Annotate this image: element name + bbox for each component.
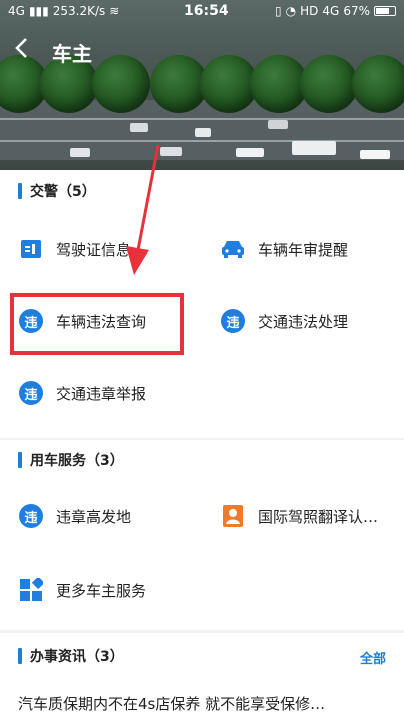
license-info-item[interactable]: 驾驶证信息 [18, 236, 131, 262]
violation-icon: 违 [18, 503, 44, 529]
item-label: 交通违章举报 [56, 384, 147, 403]
license-translation-item[interactable]: 国际驾照翻译认… [220, 503, 378, 529]
highlight-box [10, 293, 184, 355]
car-services-section: 用车服务（3） 违 违章高发地 国际驾照翻译认… 更多车主服务 [0, 440, 404, 630]
item-label: 驾驶证信息 [56, 240, 132, 259]
section-header: 办事资讯（3） [18, 646, 124, 666]
alarm-icon: ◔ [285, 4, 297, 18]
violation-glyph: 违 [221, 309, 245, 333]
car-image [268, 120, 288, 129]
signal-icon: ▮▮▮ [28, 4, 49, 18]
item-label: 违章高发地 [56, 507, 132, 526]
lane-line [0, 118, 404, 120]
back-arrow-icon[interactable] [14, 37, 28, 63]
lane-line [0, 140, 404, 142]
battery-icon [374, 6, 396, 16]
violation-glyph: 违 [19, 504, 43, 528]
more-services-item[interactable]: 更多车主服务 [18, 577, 146, 603]
status-bar: 4G ▮▮▮ 253.2K/s ≋ 16:54 ▯ ◔ HD 4G 67% [0, 0, 404, 24]
network-label: 4G [8, 4, 25, 18]
violation-icon: 违 [220, 308, 246, 334]
news-headline[interactable]: 汽车质保期内不在4s店保养 就不能享受保修… [18, 693, 325, 714]
page-title: 车主 [52, 42, 92, 66]
license-icon [18, 236, 44, 262]
car-image [360, 150, 390, 159]
nav-bar: 车主 [0, 34, 404, 68]
item-label: 国际驾照翻译认… [258, 507, 379, 526]
section-title: 用车服务（3） [30, 453, 124, 469]
section-header: 用车服务（3） [18, 450, 124, 470]
section-title: 办事资讯（3） [30, 649, 124, 665]
car-image [195, 128, 211, 137]
item-label: 交通违法处理 [258, 312, 349, 331]
annual-inspection-item[interactable]: 车辆年审提醒 [220, 236, 348, 262]
car-icon [220, 236, 246, 262]
vibrate-icon: ▯ [275, 4, 282, 18]
item-label: 车辆年审提醒 [258, 240, 349, 259]
net-speed: 253.2K/s [52, 4, 106, 18]
car-image [236, 148, 264, 157]
car-image [292, 141, 336, 155]
network-label-2: 4G [322, 4, 340, 18]
hd-label: HD [300, 4, 319, 18]
violation-handle-item[interactable]: 违 交通违法处理 [220, 308, 348, 334]
violation-report-item[interactable]: 违 交通违章举报 [18, 380, 146, 406]
section-header: 交警（5） [18, 181, 96, 201]
section-marker [18, 452, 22, 468]
violation-glyph: 违 [19, 381, 43, 405]
violation-icon: 违 [18, 380, 44, 406]
grid-icon [18, 577, 44, 603]
violation-hotspot-item[interactable]: 违 违章高发地 [18, 503, 131, 529]
section-marker [18, 648, 22, 664]
clock: 16:54 [184, 3, 229, 19]
car-image [70, 148, 90, 157]
item-label: 更多车主服务 [56, 581, 147, 600]
section-title: 交警（5） [30, 184, 96, 200]
battery-percent: 67% [343, 4, 370, 18]
car-image [130, 123, 148, 132]
wifi-icon: ≋ [109, 4, 120, 18]
view-all-link[interactable]: 全部 [360, 648, 386, 667]
car-image [160, 147, 182, 156]
header-banner [0, 0, 404, 170]
person-card-icon [220, 503, 246, 529]
section-marker [18, 183, 22, 199]
